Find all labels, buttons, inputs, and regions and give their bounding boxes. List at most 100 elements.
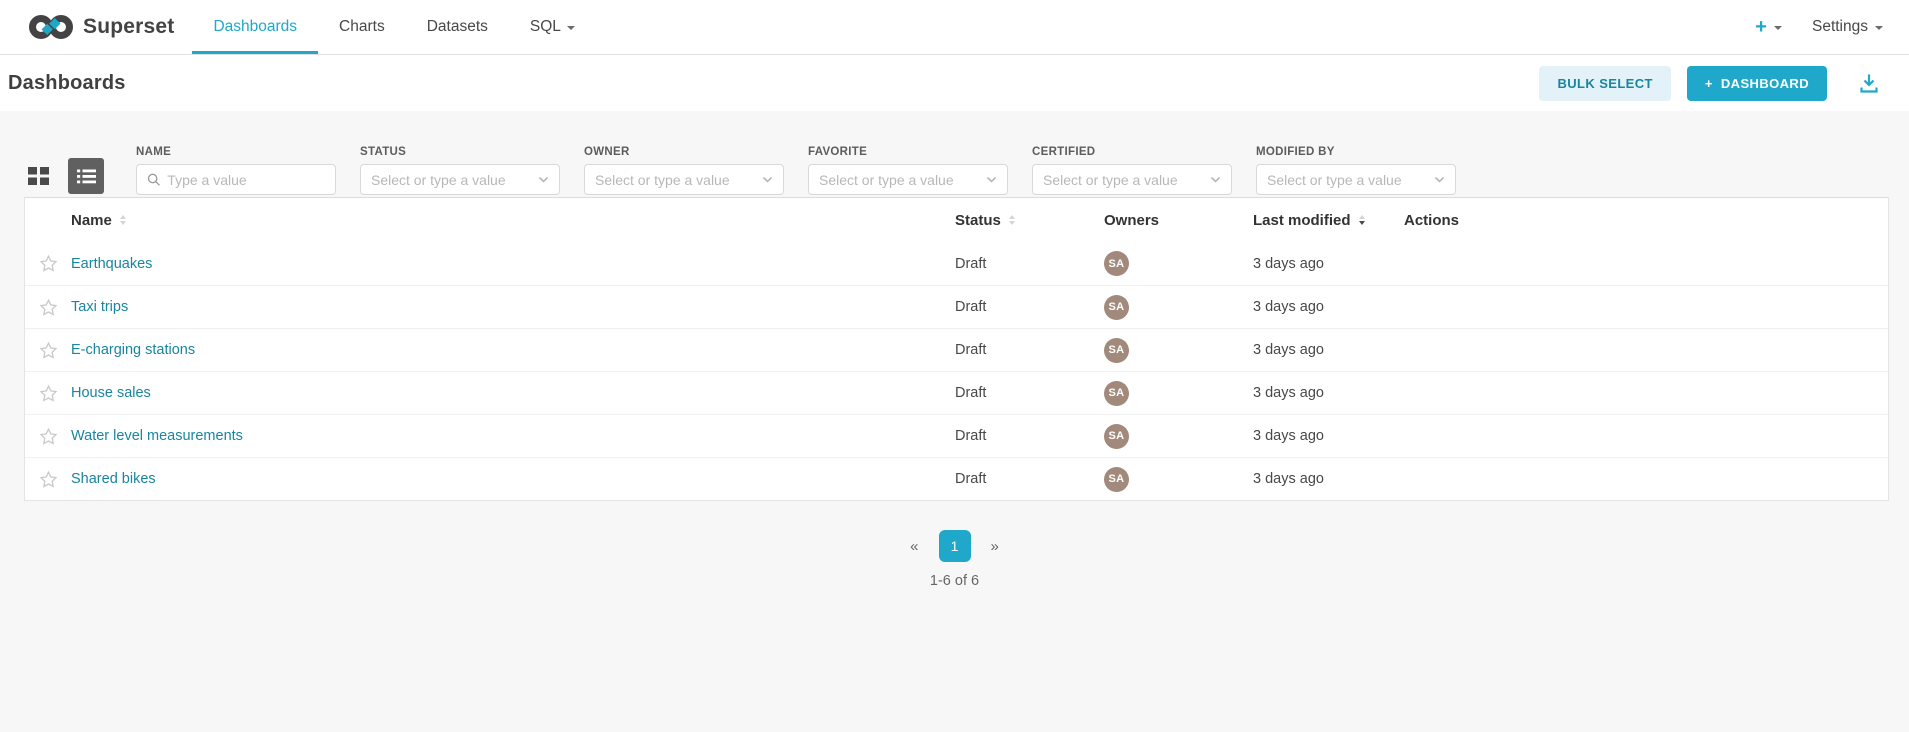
owner-avatar: SA	[1104, 251, 1129, 276]
column-header-status[interactable]: Status	[955, 212, 1104, 229]
new-dashboard-button[interactable]: + DASHBOARD	[1687, 66, 1827, 101]
previous-page-button[interactable]: «	[900, 532, 928, 561]
filter-select-group: FAVORITE Select or type a value	[808, 121, 1008, 195]
column-label: Name	[71, 212, 112, 229]
star-icon	[39, 341, 58, 360]
filter-select-group: STATUS Select or type a value	[360, 121, 560, 195]
table-header-row: Name Status Owners Last modified Actions	[25, 198, 1888, 242]
name-search-input[interactable]	[167, 172, 325, 188]
column-header-last-modified[interactable]: Last modified	[1253, 212, 1404, 229]
next-page-button[interactable]: »	[981, 532, 1009, 561]
select-placeholder: Select or type a value	[819, 172, 979, 188]
filter-select[interactable]: Select or type a value	[808, 164, 1008, 195]
select-placeholder: Select or type a value	[595, 172, 755, 188]
nav-item-dashboards[interactable]: Dashboards	[192, 0, 318, 54]
dashboard-name-cell: House sales	[71, 384, 955, 402]
dashboard-link[interactable]: Shared bikes	[71, 471, 156, 487]
filter-label: OWNER	[584, 146, 784, 158]
sort-icon	[1009, 215, 1015, 225]
infinity-logo-icon	[28, 12, 74, 42]
nav-item-datasets[interactable]: Datasets	[406, 0, 509, 54]
dashboard-link[interactable]: House sales	[71, 385, 151, 401]
owners-cell: SA	[1104, 381, 1253, 406]
plus-icon: +	[1755, 17, 1767, 37]
select-placeholder: Select or type a value	[1043, 172, 1203, 188]
dashboard-link[interactable]: Taxi trips	[71, 299, 128, 315]
status-cell: Draft	[955, 299, 1104, 315]
list-view-toggle[interactable]	[68, 158, 104, 194]
filter-name: NAME	[136, 121, 336, 195]
status-cell: Draft	[955, 385, 1104, 401]
settings-label: Settings	[1812, 18, 1868, 36]
last-modified-cell: 3 days ago	[1253, 471, 1404, 487]
brand-name: Superset	[83, 15, 174, 39]
import-dashboards-button[interactable]	[1855, 69, 1883, 97]
owners-cell: SA	[1104, 424, 1253, 449]
settings-menu-button[interactable]: Settings	[1812, 18, 1883, 36]
filter-select[interactable]: Select or type a value	[1032, 164, 1232, 195]
last-modified-cell: 3 days ago	[1253, 428, 1404, 444]
dashboard-link[interactable]: Earthquakes	[71, 256, 152, 272]
dashboard-link[interactable]: E-charging stations	[71, 342, 195, 358]
filter-label: CERTIFIED	[1032, 146, 1232, 158]
owner-avatar: SA	[1104, 381, 1129, 406]
view-toggles	[20, 121, 104, 195]
table-row: Shared bikes Draft SA 3 days ago	[25, 457, 1888, 500]
card-view-toggle[interactable]	[20, 158, 56, 194]
favorite-star-button[interactable]	[25, 384, 71, 403]
filter-select[interactable]: Select or type a value	[584, 164, 784, 195]
chevron-down-icon	[986, 176, 997, 184]
pagination-summary: 1-6 of 6	[0, 573, 1909, 589]
filter-bar: NAME STATUS Select or type a value	[0, 111, 1909, 195]
favorite-star-button[interactable]	[25, 427, 71, 446]
star-icon	[39, 384, 58, 403]
nav-item-sql[interactable]: SQL	[509, 0, 596, 54]
filter-select-group: OWNER Select or type a value	[584, 121, 784, 195]
owners-cell: SA	[1104, 338, 1253, 363]
chevron-down-icon	[1210, 176, 1221, 184]
status-cell: Draft	[955, 342, 1104, 358]
new-dashboard-label: DASHBOARD	[1721, 76, 1809, 91]
nav-item-charts[interactable]: Charts	[318, 0, 406, 54]
filter-select[interactable]: Select or type a value	[1256, 164, 1456, 195]
header-actions: BULK SELECT + DASHBOARD	[1539, 66, 1883, 101]
column-header-actions: Actions	[1404, 212, 1888, 229]
chevron-down-icon	[1774, 26, 1782, 30]
dashboard-name-cell: E-charging stations	[71, 341, 955, 359]
superset-logo[interactable]: Superset	[28, 0, 174, 54]
filter-select-group: MODIFIED BY Select or type a value	[1256, 121, 1456, 195]
star-icon	[39, 427, 58, 446]
grid-view-icon	[28, 167, 49, 185]
sort-icon	[120, 215, 126, 225]
nav-label: Datasets	[427, 18, 488, 36]
favorite-star-button[interactable]	[25, 341, 71, 360]
table-row: Water level measurements Draft SA 3 days…	[25, 414, 1888, 457]
list-view-icon	[77, 169, 96, 184]
chevron-down-icon	[567, 26, 575, 30]
favorite-star-button[interactable]	[25, 254, 71, 273]
column-label: Actions	[1404, 212, 1459, 229]
dashboard-link[interactable]: Water level measurements	[71, 428, 243, 444]
last-modified-cell: 3 days ago	[1253, 385, 1404, 401]
bulk-select-button[interactable]: BULK SELECT	[1539, 66, 1670, 101]
favorite-star-button[interactable]	[25, 470, 71, 489]
table-body: Earthquakes Draft SA 3 days ago	[25, 242, 1888, 500]
column-label: Status	[955, 212, 1001, 229]
dashboards-table: Name Status Owners Last modified Actions	[24, 197, 1889, 501]
new-item-menu-button[interactable]: +	[1755, 17, 1782, 37]
main-nav: Dashboards Charts Datasets SQL	[192, 0, 595, 54]
star-icon	[39, 470, 58, 489]
page-1-button[interactable]: 1	[939, 530, 971, 562]
column-header-name[interactable]: Name	[71, 212, 955, 229]
filter-select[interactable]: Select or type a value	[360, 164, 560, 195]
chevron-down-icon	[538, 176, 549, 184]
owner-avatar: SA	[1104, 338, 1129, 363]
favorite-star-button[interactable]	[25, 298, 71, 317]
table-row: Taxi trips Draft SA 3 days ago	[25, 285, 1888, 328]
name-search-box	[136, 164, 336, 195]
filter-selects: STATUS Select or type a value OWNER Sele…	[336, 121, 1456, 195]
last-modified-cell: 3 days ago	[1253, 342, 1404, 358]
column-label: Owners	[1104, 212, 1159, 229]
owners-cell: SA	[1104, 251, 1253, 276]
select-placeholder: Select or type a value	[1267, 172, 1427, 188]
